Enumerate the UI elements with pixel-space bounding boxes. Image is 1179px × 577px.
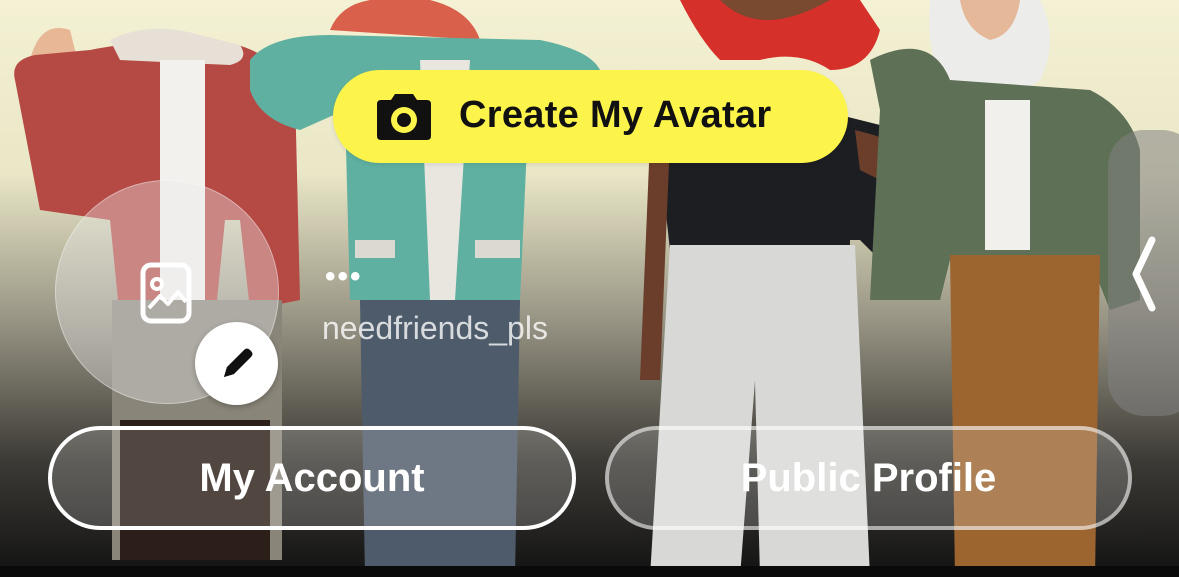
create-my-avatar-button[interactable]: Create My Avatar <box>333 70 848 163</box>
photo-icon <box>140 262 192 324</box>
public-profile-label: Public Profile <box>740 455 997 500</box>
profile-screen: Create My Avatar ••• needfriends_pls My … <box>0 0 1179 577</box>
create-my-avatar-label: Create My Avatar <box>459 94 772 136</box>
edit-avatar-button[interactable] <box>195 322 278 405</box>
my-account-button[interactable]: My Account <box>48 426 576 530</box>
bottom-edge <box>0 566 1179 577</box>
pencil-icon <box>224 348 253 377</box>
camera-icon <box>377 94 431 140</box>
public-profile-button[interactable]: Public Profile <box>605 426 1132 530</box>
chevron-left-icon <box>1132 236 1156 312</box>
username: needfriends_pls <box>322 310 548 346</box>
side-panel-tab[interactable] <box>1108 130 1179 416</box>
display-name: ••• <box>325 260 363 293</box>
my-account-label: My Account <box>199 455 425 500</box>
